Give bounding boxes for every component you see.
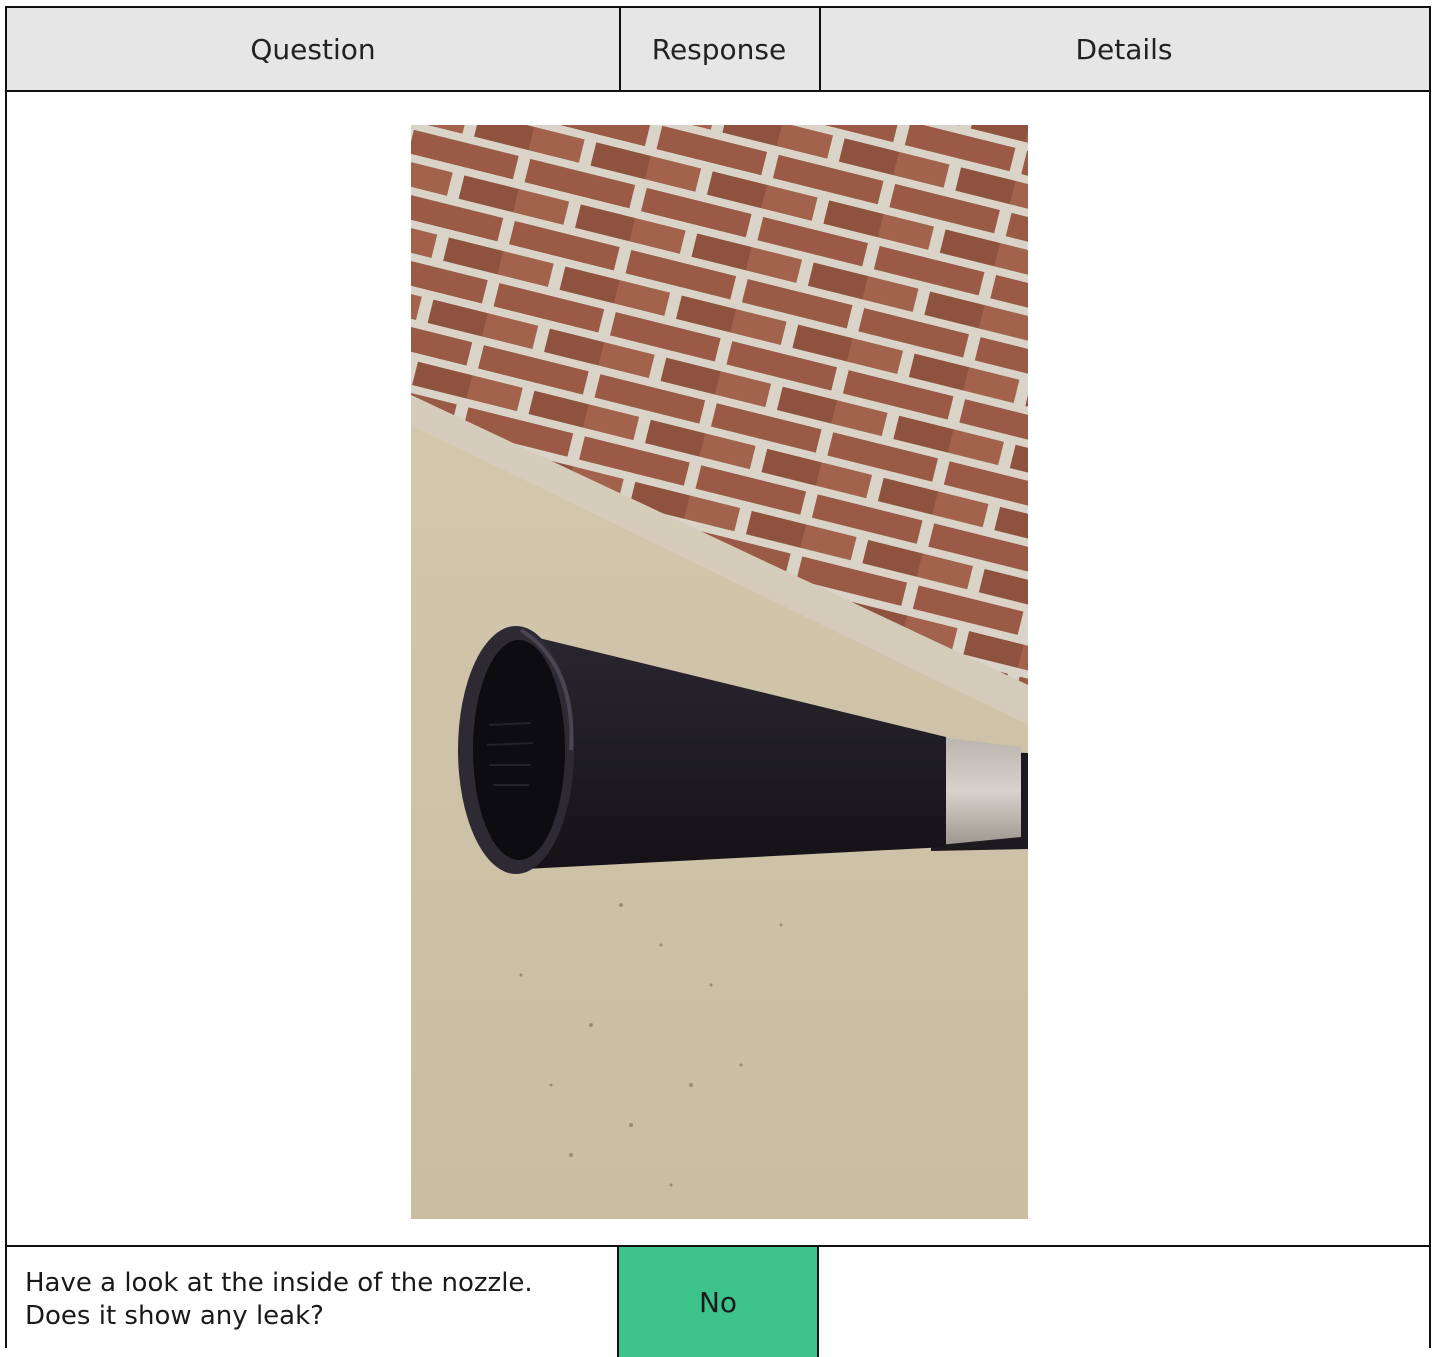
question-cell: Have a look at the inside of the nozzle.… [7,1247,619,1357]
column-header-question: Question [7,8,621,90]
photo-row [7,92,1429,1247]
question-text-line2: Does it show any leak? [25,1301,324,1331]
table-header-row: Question Response Details [7,8,1429,92]
inspection-report-table: Question Response Details Have a look at… [5,6,1431,1357]
response-badge: No [619,1247,819,1357]
column-header-details: Details [1075,32,1173,66]
nozzle-photo[interactable] [411,125,1028,1219]
table-row: Have a look at the inside of the nozzle.… [7,1247,1429,1357]
details-cell [819,1247,1429,1357]
question-text-line1: Have a look at the inside of the nozzle. [25,1268,533,1298]
column-header-response: Response [619,8,821,90]
response-value: No [698,1285,738,1319]
